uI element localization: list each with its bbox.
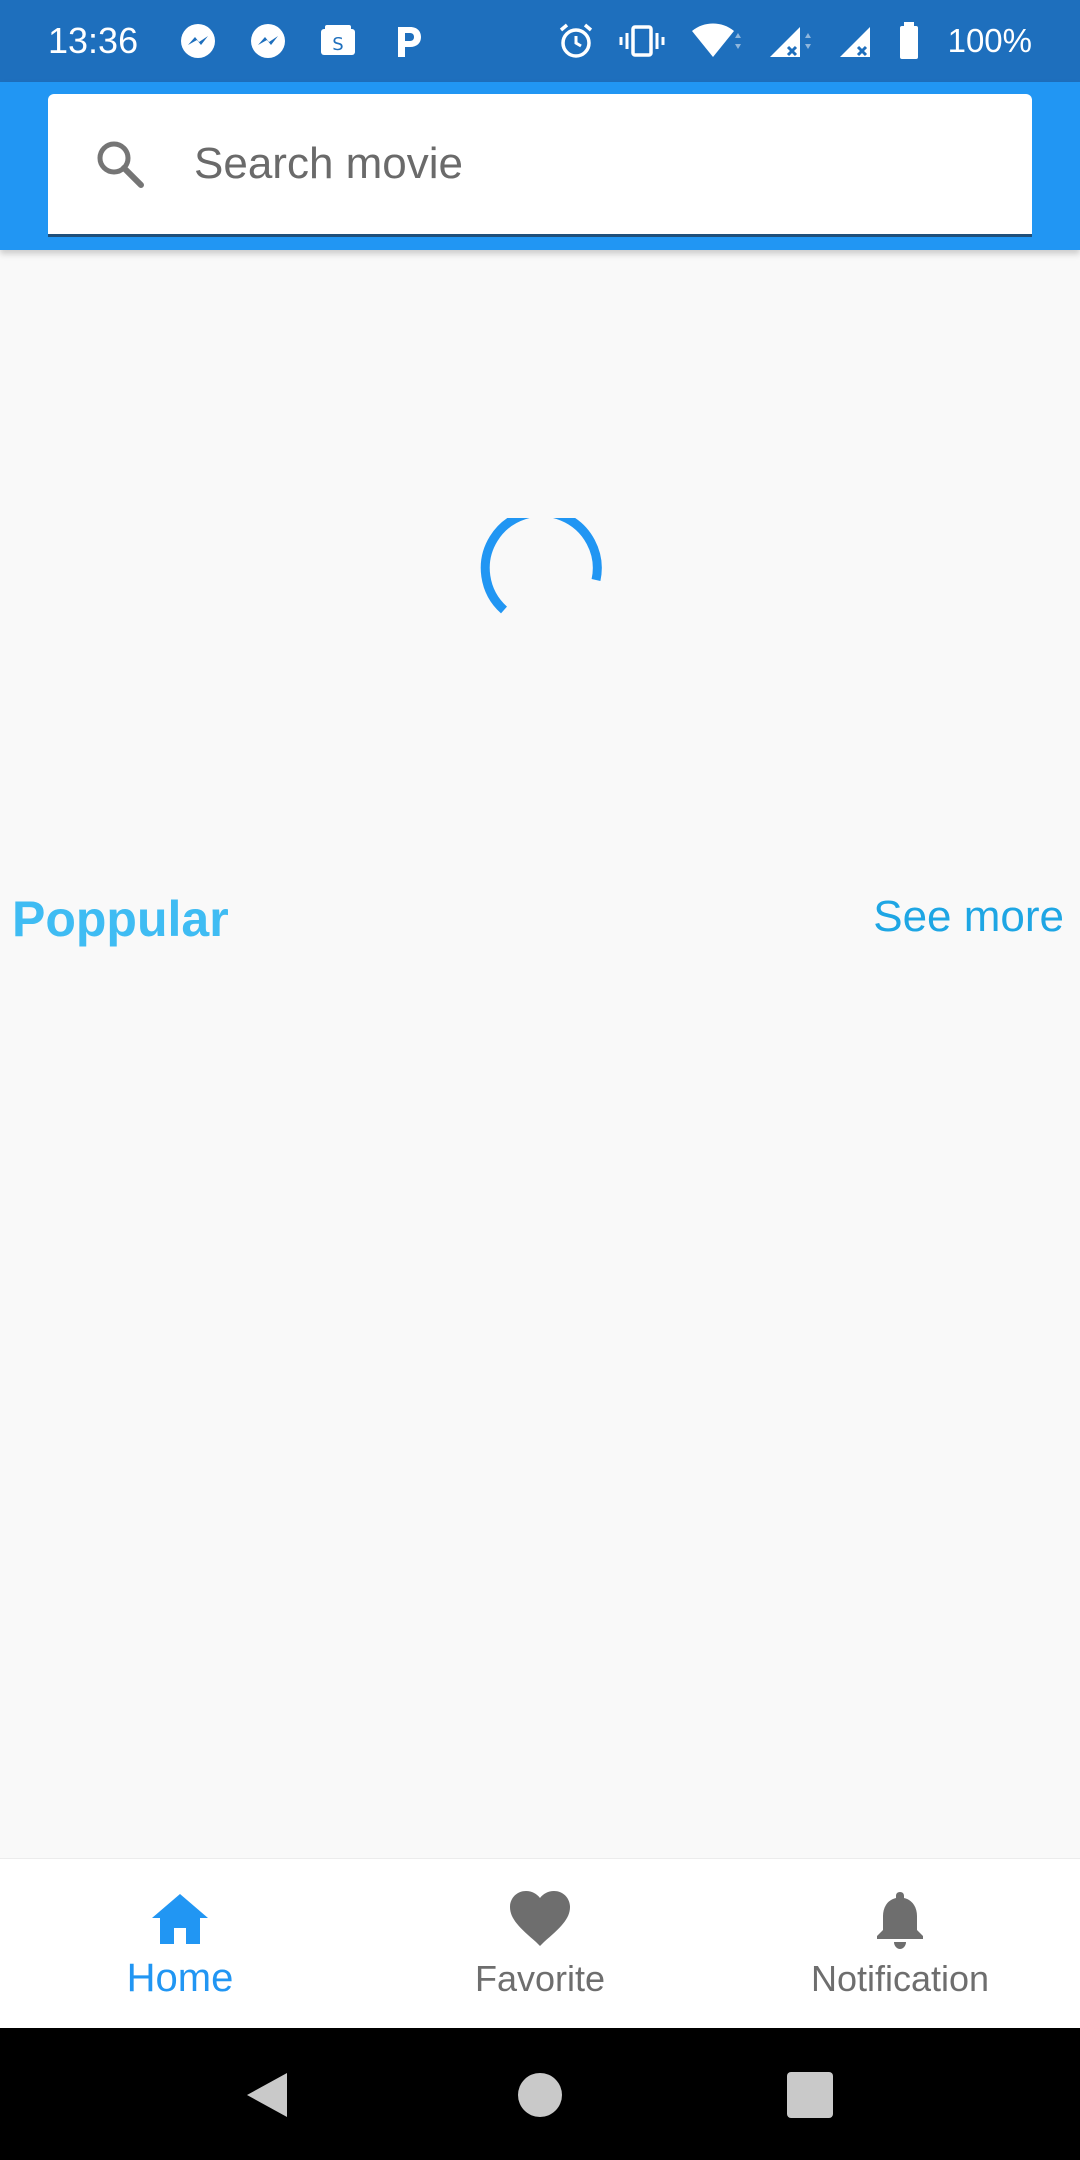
popular-section-header: Poppular See more — [0, 890, 1080, 956]
notification-icons: S — [178, 21, 428, 61]
section-title: Poppular — [12, 891, 229, 947]
nav-item-notification[interactable]: Notification — [720, 1859, 1080, 2028]
heart-icon — [510, 1890, 570, 1946]
nav-label-notification: Notification — [810, 1957, 990, 1999]
recents-icon[interactable] — [785, 2070, 835, 2120]
signal-icon — [839, 27, 870, 57]
back-icon[interactable] — [243, 2070, 293, 2120]
search-icon — [88, 132, 152, 196]
status-time: 13:36 — [48, 20, 139, 61]
home-icon — [152, 1894, 208, 1944]
bell-icon — [877, 1891, 923, 1949]
svg-text:S: S — [332, 34, 343, 55]
search-input[interactable] — [194, 139, 954, 189]
messenger-icon — [251, 24, 286, 58]
signal-icon — [769, 27, 811, 57]
p-app-icon — [398, 27, 422, 57]
search-box[interactable] — [48, 94, 1032, 237]
loading-spinner — [480, 518, 602, 614]
wifi-icon — [691, 23, 741, 57]
home-button-icon[interactable] — [515, 2070, 565, 2120]
status-bar: 13:36 S 100% — [0, 0, 1080, 82]
alarm-icon — [559, 23, 592, 58]
bottom-navigation: Home Favorite Notification — [0, 1858, 1080, 2028]
nav-item-favorite[interactable]: Favorite — [360, 1859, 720, 2028]
battery-icon — [899, 22, 918, 59]
wallet-icon: S — [321, 25, 356, 55]
see-more-link[interactable]: See more — [873, 892, 1064, 942]
system-navigation-bar — [0, 2028, 1080, 2160]
vibrate-icon — [619, 25, 665, 57]
screen: 13:36 S 100% Search movie Poppular See m… — [0, 0, 1080, 2160]
battery-percentage: 100% — [947, 22, 1032, 59]
nav-item-home[interactable]: Home — [0, 1859, 360, 2028]
messenger-icon — [181, 24, 216, 58]
system-status-icons: 100% — [556, 21, 1032, 61]
app-bar — [0, 82, 1080, 250]
nav-label-home: Home — [126, 1956, 234, 2000]
nav-label-favorite: Favorite — [474, 1957, 606, 1999]
